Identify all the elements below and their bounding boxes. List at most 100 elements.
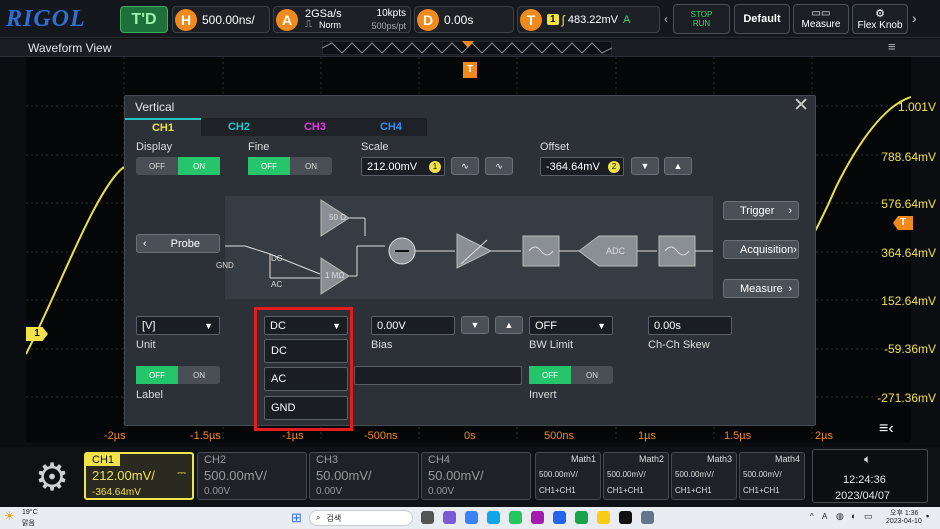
label-toggle[interactable]: OFF ON (136, 366, 220, 384)
ime-indicator[interactable]: A (822, 512, 827, 521)
invert-label: Invert (529, 389, 557, 401)
offset-up-button[interactable]: ▲ (664, 157, 692, 175)
task-view-icon[interactable] (421, 511, 434, 524)
time-label: 0s (464, 430, 476, 442)
chevron-down-icon: ▼ (204, 320, 213, 331)
offset-down-button[interactable]: ▼ (631, 157, 659, 175)
tab-ch2[interactable]: CH2 (201, 118, 277, 136)
browser-icon[interactable] (575, 511, 588, 524)
trig-source-badge: 1 (547, 14, 559, 25)
chrome-icon[interactable] (509, 511, 522, 524)
volume-icon[interactable]: ◖ (850, 511, 855, 521)
trigger-panel[interactable]: T 1 ∫ 483.22mV A (517, 6, 660, 33)
probe-button[interactable]: ‹ Probe (136, 234, 220, 253)
math1-status[interactable]: Math1 500.00mV/ CH1+CH1 (535, 452, 601, 500)
ac-path-label: AC (271, 280, 283, 289)
volt-label: 576.64mV (881, 197, 936, 211)
tray-clock-date[interactable]: 2023-04-10 (886, 518, 922, 525)
chevron-right-icon[interactable]: › (912, 10, 917, 26)
chevron-left-icon[interactable]: ‹ (664, 12, 668, 26)
sine-fine-button[interactable]: ∿ (451, 157, 479, 175)
flex-knob-button[interactable]: ⚙ Flex Knob (852, 4, 908, 34)
sine-coarse-button[interactable]: ∿ (485, 157, 513, 175)
tray-clock-time[interactable]: 오후 1:36 (890, 508, 918, 518)
chat-icon[interactable] (443, 511, 456, 524)
t-icon: T (520, 8, 542, 31)
h-scale: 500.00ns/ (202, 12, 255, 27)
invert-toggle[interactable]: OFF ON (529, 366, 613, 384)
acquisition-button[interactable]: Acquisition › (723, 240, 799, 259)
network-icon[interactable]: ◍ (836, 511, 844, 522)
time-label: -500ns (364, 430, 398, 442)
notification-icon[interactable]: ▪ (926, 511, 929, 521)
outlook-icon[interactable] (553, 511, 566, 524)
math2-status[interactable]: Math2 500.00mV/ CH1+CH1 (603, 452, 669, 500)
ch1-status[interactable]: CH1 212.00mV/ ⎓ -364.64mV (84, 452, 194, 500)
pts-rate: 500ps/pt (371, 21, 406, 31)
edge-icon[interactable] (487, 511, 500, 524)
top-toolbar: RIGOL T'D H 500.00ns/ A 2GSa/s 10kpts ⎍ … (0, 0, 940, 38)
rising-edge-icon: ∫ (561, 12, 565, 27)
math4-status[interactable]: Math4 500.00mV/ CH1+CH1 (739, 452, 805, 500)
volt-label: -271.36mV (877, 391, 936, 405)
time-label: 2µs (815, 430, 833, 442)
clock-panel[interactable]: 🔈︎ 12:24:36 2023/04/07 (812, 449, 928, 503)
label-text-input[interactable] (354, 366, 522, 385)
kakao-icon[interactable] (597, 511, 610, 524)
volt-label: 364.64mV (881, 246, 936, 260)
ch2-status[interactable]: CH2 500.00mV/ 0.00V (197, 452, 307, 500)
math3-status[interactable]: Math3 500.00mV/ CH1+CH1 (671, 452, 737, 500)
default-button[interactable]: Default (734, 4, 790, 34)
media-icon[interactable] (619, 511, 632, 524)
display-toggle[interactable]: OFF ON (136, 157, 220, 175)
scale-input[interactable]: 212.00mV 1 (361, 157, 445, 176)
mode-indicator[interactable]: T'D (120, 6, 168, 33)
windows-start-icon[interactable]: ⊞ (291, 510, 302, 526)
bias-up-button[interactable]: ▲ (495, 316, 523, 334)
tab-ch3[interactable]: CH3 (277, 118, 353, 136)
delay-panel[interactable]: D 0.00s (414, 6, 514, 33)
trigger-position-marker[interactable]: T (463, 62, 477, 78)
measure-top-button[interactable]: ▭▭ Measure (793, 4, 849, 34)
app2-icon[interactable] (641, 511, 654, 524)
home-gear-icon[interactable]: ⚙ (24, 451, 80, 503)
trig-level: 483.22mV (567, 13, 619, 26)
display-label: Display (136, 141, 173, 153)
close-icon[interactable]: ✕ (793, 94, 809, 117)
trigger-button[interactable]: Trigger › (723, 201, 799, 220)
windows-taskbar: ☀ 19°C 맑음 ⊞ ⌕ 검색 ^ A ◍ ◖ ▭ 오후 1:36 2023-0… (0, 507, 940, 529)
trig-coupling: A (623, 13, 631, 26)
bw-limit-label: BW Limit (529, 339, 573, 351)
tab-ch1[interactable]: CH1 (125, 118, 201, 136)
tab-ch4[interactable]: CH4 (353, 118, 429, 136)
skew-input[interactable]: 0.00s (648, 316, 732, 335)
taskbar-search[interactable]: ⌕ 검색 (309, 510, 413, 526)
acquisition-panel[interactable]: A 2GSa/s 10kpts ⎍ Norm 500ps/pt (273, 6, 411, 33)
horizontal-panel[interactable]: H 500.00ns/ (172, 6, 270, 33)
battery-icon[interactable]: ▭ (864, 511, 873, 522)
app-icon[interactable] (465, 511, 478, 524)
offset-input[interactable]: -364.64mV 2 (540, 157, 624, 176)
bias-down-button[interactable]: ▼ (461, 316, 489, 334)
highlight-box (254, 307, 353, 431)
rigol-logo: RIGOL (6, 6, 86, 32)
bw-limit-select[interactable]: OFF ▼ (529, 316, 613, 335)
onenote-icon[interactable] (531, 511, 544, 524)
memory-overview-bar[interactable] (322, 41, 612, 55)
stop-run-button[interactable]: STOP RUN (673, 4, 730, 34)
ch4-status[interactable]: CH4 50.00mV/ 0.00V (421, 452, 531, 500)
bias-input[interactable]: 0.00V (371, 316, 455, 335)
knob-icon: ⚙ (875, 8, 885, 20)
ch3-status[interactable]: CH3 50.00mV/ 0.00V (309, 452, 419, 500)
menu-icon[interactable]: ≡ (888, 39, 896, 54)
time-label: 1.5µs (724, 430, 752, 442)
collapse-menu-icon[interactable]: ≡‹ (879, 420, 894, 438)
label-label: Label (136, 389, 163, 401)
measure-button[interactable]: Measure › (723, 279, 799, 298)
chevron-up-icon[interactable]: ^ (810, 512, 814, 521)
unit-select[interactable]: [V] ▼ (136, 316, 220, 335)
weather-text: 맑음 (22, 520, 35, 527)
knob-2-badge: 2 (608, 160, 620, 173)
time-label: -1µs (282, 430, 304, 442)
fine-toggle[interactable]: OFF ON (248, 157, 332, 175)
